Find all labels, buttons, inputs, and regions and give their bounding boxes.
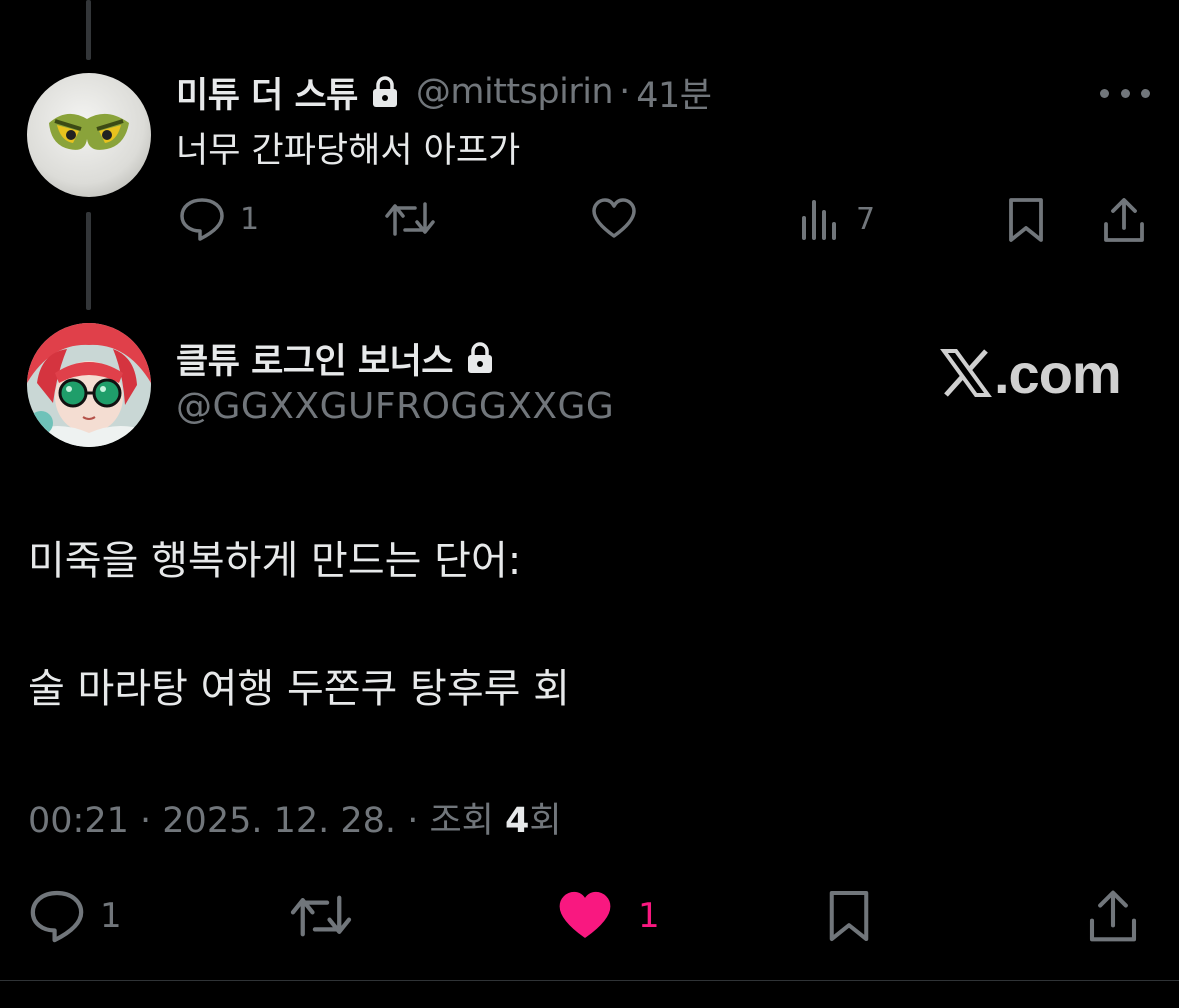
reply-views-count: 7 (856, 201, 876, 237)
x-logo-icon (940, 349, 992, 397)
bookmark-icon (1009, 198, 1043, 242)
retweet-icon (385, 202, 435, 236)
bookmark-icon (829, 890, 869, 942)
views-chart-icon (802, 200, 836, 240)
reply-share-button[interactable] (1102, 196, 1146, 244)
lock-icon (465, 342, 495, 374)
thread-line-connector (86, 212, 91, 310)
reply-bookmark-button[interactable] (1006, 196, 1046, 244)
retweet-icon (290, 895, 352, 937)
main-like-button[interactable]: 1 (556, 888, 660, 944)
share-icon (1104, 198, 1144, 242)
thread-line-top (86, 0, 91, 60)
views-label: 조회 (429, 801, 494, 841)
tweet-date[interactable]: 2025. 12. 28. (162, 801, 396, 841)
main-display-name[interactable]: 클튜 로그인 보너스 (176, 333, 453, 384)
more-options-icon[interactable] (1100, 76, 1150, 110)
main-reply-button[interactable]: 1 (28, 888, 122, 944)
x-com-watermark: .com (940, 338, 1122, 408)
reply-retweet-button[interactable] (383, 196, 437, 242)
reply-tweet-header: 미튜 더 스튜 @mittspirin · 41분 (176, 68, 712, 116)
main-tweet-text-line-1: 미죽을 행복하게 만드는 단어: (28, 538, 522, 584)
separator-dot: · (407, 801, 430, 841)
reply-tweet-text: 너무 간파당해서 아프가 (176, 131, 521, 171)
main-share-button[interactable] (1086, 888, 1140, 944)
heart-outline-icon (592, 198, 636, 238)
main-bookmark-button[interactable] (826, 886, 872, 946)
main-handle[interactable]: @GGXXGUFROGGXXGG (176, 386, 614, 427)
reply-icon (30, 890, 84, 943)
separator-dot: · (140, 801, 163, 841)
reply-icon (180, 198, 224, 241)
heart-filled-icon (559, 891, 611, 938)
main-tweet-header: 클튜 로그인 보너스 (176, 334, 495, 382)
anime-girl-avatar-icon (27, 323, 151, 447)
lock-icon (370, 76, 400, 108)
reply-avatar[interactable] (27, 73, 151, 197)
reply-reply-count: 1 (240, 201, 260, 237)
grinch-eyes-avatar-icon (27, 73, 151, 197)
main-tweet-text-line-2: 술 마라탕 여행 두쫀쿠 탕후루 회 (28, 666, 570, 712)
reply-views-button[interactable]: 7 (800, 196, 875, 242)
views-suffix: 회 (529, 801, 562, 841)
separator-dot: · (619, 72, 631, 112)
reply-reply-button[interactable]: 1 (178, 196, 259, 242)
reply-timestamp[interactable]: 41분 (636, 67, 712, 118)
tweet-detail-page: 미튜 더 스튜 @mittspirin · 41분 너무 간파당해서 아프가 1… (0, 0, 1179, 1008)
reply-handle[interactable]: @mittspirin (416, 72, 614, 112)
tweet-meta: 00:21 · 2025. 12. 28. · 조회 4회 (28, 792, 562, 843)
divider (0, 980, 1179, 981)
main-like-count: 1 (638, 896, 660, 936)
views-count: 4 (505, 801, 530, 841)
reply-like-button[interactable] (590, 196, 638, 242)
main-retweet-button[interactable] (288, 888, 354, 944)
watermark-text: .com (994, 341, 1122, 405)
tweet-time[interactable]: 00:21 (28, 801, 129, 841)
reply-display-name[interactable]: 미튜 더 스튜 (176, 67, 358, 118)
main-reply-count: 1 (100, 896, 122, 936)
share-icon (1089, 890, 1137, 942)
main-avatar[interactable] (27, 323, 151, 447)
